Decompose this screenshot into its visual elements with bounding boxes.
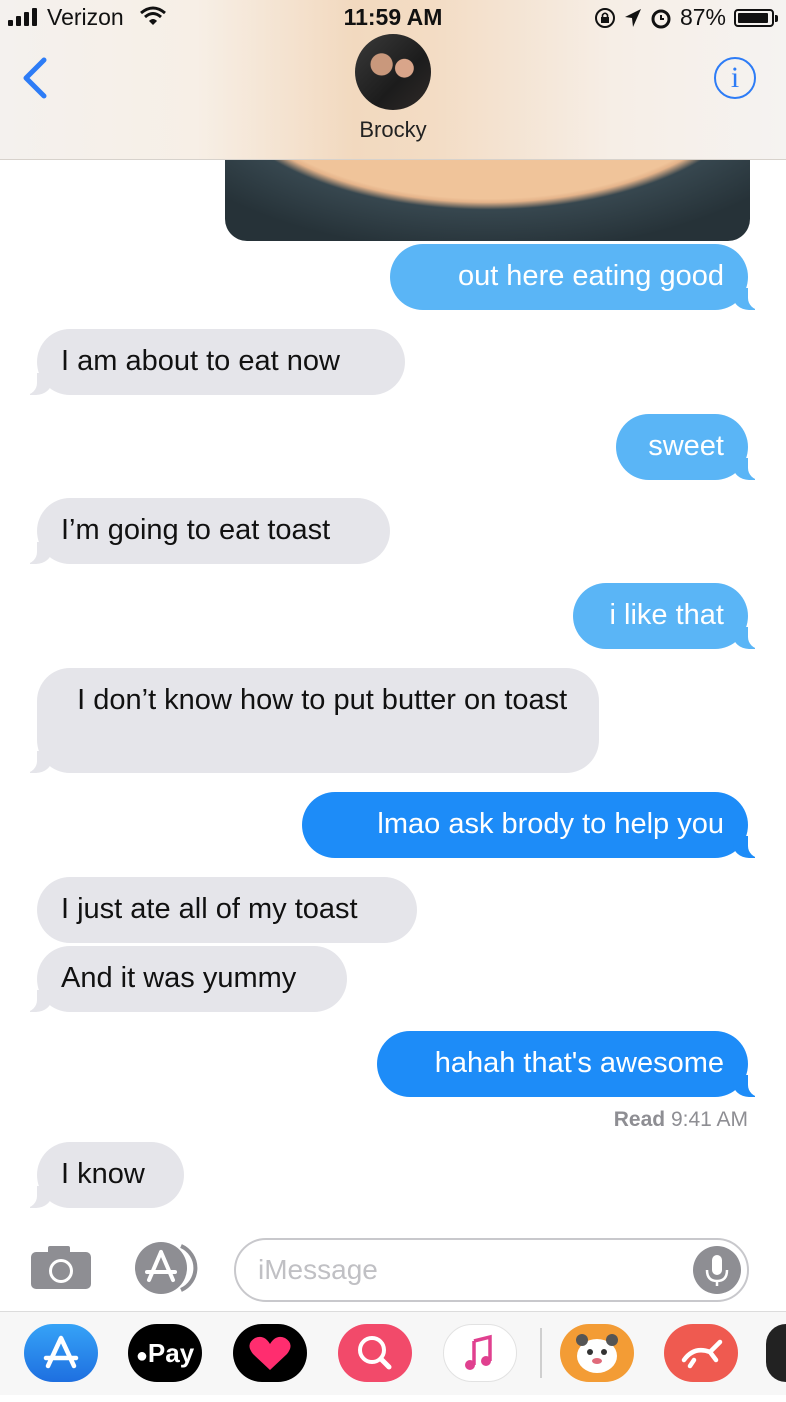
rabbit-app-icon[interactable] [664, 1324, 738, 1382]
app-drawer: ●Pay [0, 1311, 786, 1395]
read-receipt: Read 9:41 AM [614, 1108, 748, 1132]
message-bubble-outgoing[interactable]: sweet [616, 414, 774, 480]
apple-pay-icon[interactable]: ●Pay [128, 1324, 202, 1382]
back-chevron-icon[interactable] [18, 56, 58, 100]
contact-name[interactable]: Brocky [0, 117, 786, 143]
read-receipt-label: Read [613, 1108, 666, 1131]
drawer-divider [540, 1328, 542, 1378]
read-receipt-time: 9:41 AM [670, 1108, 748, 1131]
web-search-icon[interactable] [338, 1324, 412, 1382]
conversation-header: Verizon 11:59 AM 87% Brocky i [0, 0, 786, 160]
app-store-button-icon[interactable] [133, 1240, 203, 1296]
microphone-icon[interactable] [693, 1246, 741, 1294]
message-bubble-incoming[interactable]: And it was yummy [11, 946, 347, 1012]
location-arrow-icon [624, 8, 641, 27]
camera-icon[interactable] [30, 1246, 92, 1290]
message-bubble-incoming[interactable]: I know [11, 1142, 184, 1208]
imessage-input[interactable]: iMessage [234, 1238, 749, 1302]
message-bubble-incoming[interactable]: I just ate all of my toast [37, 877, 417, 943]
alarm-icon [651, 9, 671, 28]
digital-touch-icon[interactable] [233, 1324, 307, 1382]
message-bubble-outgoing[interactable]: i like that [573, 583, 774, 649]
music-icon[interactable] [443, 1324, 517, 1382]
apple-pay-label: Pay [147, 1338, 195, 1368]
message-bubble-incoming[interactable]: I am about to eat now [11, 329, 405, 395]
rotation-lock-icon [594, 7, 615, 28]
battery-percentage: 87% [679, 4, 726, 30]
message-bubble-incoming[interactable]: I’m going to eat toast [11, 498, 390, 564]
app-store-icon[interactable] [24, 1324, 98, 1382]
message-bubble-outgoing[interactable]: lmao ask brody to help you [302, 792, 774, 858]
imessage-placeholder: iMessage [258, 1254, 378, 1285]
message-bubble-outgoing[interactable]: out here eating good [390, 244, 774, 310]
sticker-app-icon[interactable] [560, 1324, 634, 1382]
status-bar: Verizon 11:59 AM 87% [0, 0, 786, 34]
message-bubble-incoming[interactable]: I don’t know how to put butter on toast [11, 668, 599, 773]
contact-avatar[interactable] [355, 34, 431, 110]
battery-icon [734, 8, 778, 27]
info-icon[interactable]: i [714, 57, 756, 99]
more-apps-icon[interactable] [766, 1324, 786, 1382]
message-bubble-outgoing[interactable]: hahah that's awesome [377, 1031, 774, 1097]
